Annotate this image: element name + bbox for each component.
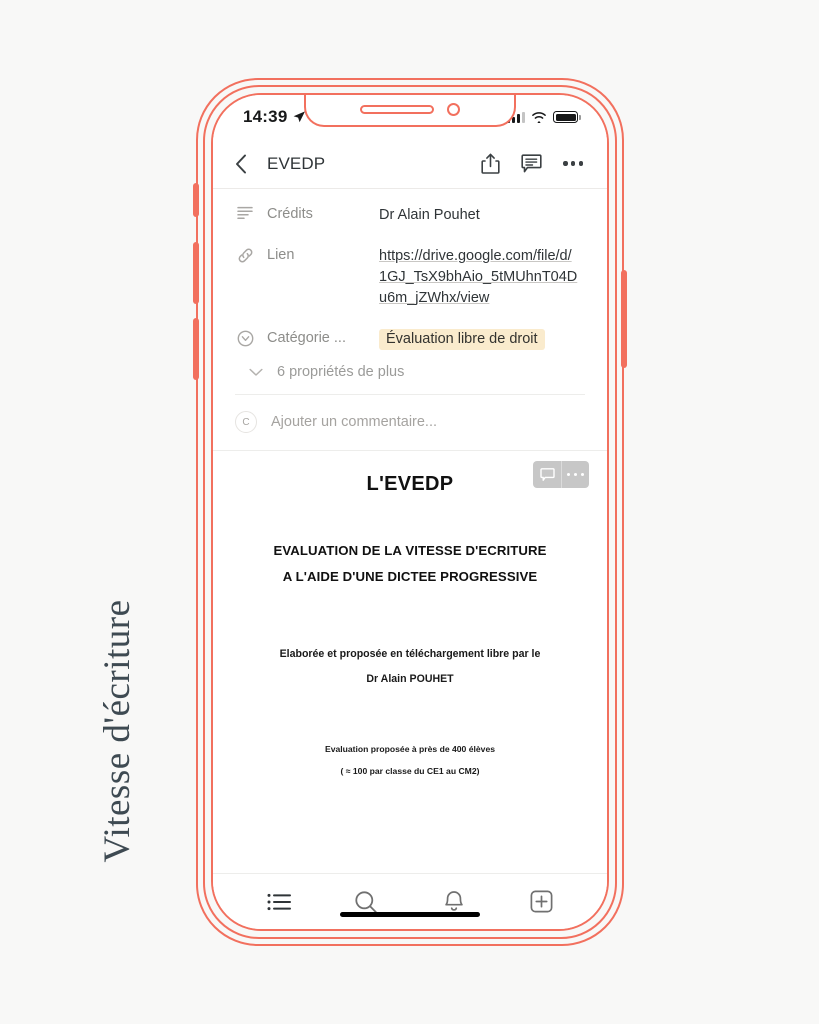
- volume-up-button[interactable]: [193, 242, 199, 304]
- phone-notch: [304, 95, 516, 127]
- document-author-line1: Elaborée et proposée en téléchargement l…: [279, 648, 541, 660]
- avatar: C: [235, 411, 257, 433]
- more-options-button[interactable]: [563, 161, 583, 166]
- properties-panel: Crédits Dr Alain Pouhet Lien https://dri…: [213, 189, 607, 384]
- document-preview: L'EVEDP EVALUATION DE LA VITESSE D'ECRIT…: [213, 450, 607, 873]
- search-icon: [355, 890, 378, 913]
- property-row-credits[interactable]: Crédits Dr Alain Pouhet: [235, 205, 585, 226]
- property-value-credits: Dr Alain Pouhet: [379, 207, 480, 223]
- status-bar-left: 14:39: [243, 107, 306, 127]
- document-heading-line2: A L'AIDE D'UNE DICTEE PROGRESSIVE: [282, 569, 538, 584]
- comment-button[interactable]: [521, 153, 543, 174]
- tab-new[interactable]: [518, 882, 564, 922]
- comment-icon: [521, 153, 543, 172]
- link-icon: [235, 247, 255, 264]
- app-screen: 14:39 EVEDP Crédits Dr Alain Pouhet Lien…: [213, 95, 607, 929]
- navigation-actions: [481, 153, 583, 174]
- document-spacer-2: [213, 692, 607, 738]
- property-value-link[interactable]: https://drive.google.com/file/d/1GJ_TsX9…: [379, 246, 579, 309]
- power-button[interactable]: [621, 270, 627, 368]
- property-row-link[interactable]: Lien https://drive.google.com/file/d/1GJ…: [235, 246, 585, 309]
- phone-screen-bezel: 14:39 EVEDP Crédits Dr Alain Pouhet Lien…: [211, 93, 609, 931]
- front-camera-icon: [447, 102, 460, 116]
- volume-down-button[interactable]: [193, 318, 199, 380]
- share-button[interactable]: [481, 153, 501, 174]
- bell-icon: [445, 890, 463, 911]
- back-button[interactable]: [235, 154, 261, 174]
- share-icon: [481, 153, 501, 174]
- page-title: EVEDP: [267, 153, 326, 173]
- document-author-line2: Dr Alain POUHET: [366, 673, 454, 685]
- document-floating-toolbar: [533, 461, 589, 488]
- tab-list[interactable]: [256, 882, 302, 922]
- navigation-bar: EVEDP: [213, 139, 607, 189]
- battery-full-icon: [553, 111, 581, 123]
- comment-input-placeholder[interactable]: Ajouter un commentaire...: [271, 414, 437, 430]
- add-comment-row[interactable]: C Ajouter un commentaire...: [213, 395, 607, 450]
- home-indicator[interactable]: [340, 911, 480, 917]
- property-label-category: Catégorie ...: [267, 330, 346, 346]
- earpiece-speaker-icon: [360, 104, 434, 114]
- phone-mockup: 14:39 EVEDP Crédits Dr Alain Pouhet Lien…: [193, 78, 627, 946]
- document-note-line2: ( ≈ 100 par classe du CE1 au CM2): [340, 766, 480, 776]
- bottom-tab-bar: [213, 873, 607, 929]
- list-icon: [267, 893, 291, 910]
- document-heading-line1: EVALUATION DE LA VITESSE D'ECRITURE: [273, 543, 547, 558]
- page-caption: Vitesse d'écriture: [97, 599, 138, 863]
- comment-icon: [539, 467, 555, 481]
- document-note-line1: Evaluation proposée à près de 400 élèves: [324, 744, 496, 754]
- property-label-credits: Crédits: [267, 206, 313, 222]
- silent-switch-button[interactable]: [193, 183, 199, 217]
- show-more-properties-button[interactable]: 6 propriétés de plus: [235, 364, 585, 380]
- wifi-icon: [532, 112, 547, 123]
- document-spacer-1: [213, 590, 607, 642]
- show-more-properties-label: 6 propriétés de plus: [277, 364, 405, 380]
- status-time: 14:39: [243, 107, 288, 126]
- select-circle-icon: [235, 330, 255, 347]
- text-lines-icon: [235, 206, 255, 219]
- property-row-category[interactable]: Catégorie ... Évaluation libre de droit: [235, 329, 585, 350]
- chevron-down-icon: [246, 368, 266, 377]
- document-comment-button[interactable]: [533, 461, 561, 488]
- document-more-button[interactable]: [561, 461, 589, 488]
- property-label-link: Lien: [267, 247, 295, 263]
- chevron-left-icon: [236, 154, 246, 173]
- status-bar-right: [507, 111, 581, 123]
- category-tag[interactable]: Évaluation libre de droit: [379, 329, 545, 350]
- plus-square-icon: [530, 890, 553, 913]
